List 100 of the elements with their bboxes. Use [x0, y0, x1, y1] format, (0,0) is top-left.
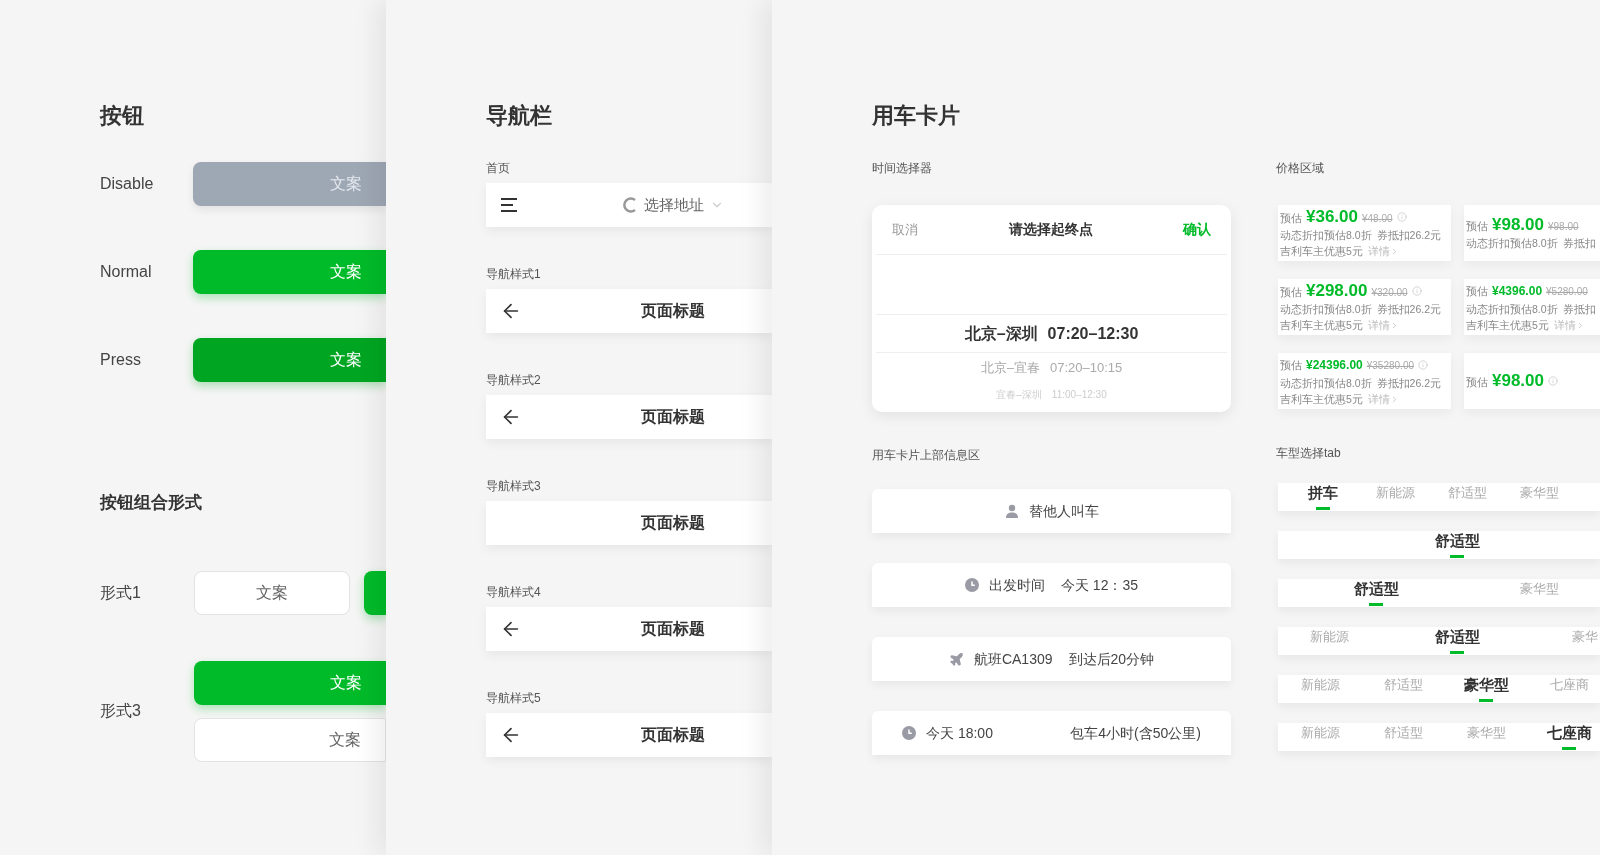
picker-option[interactable]: 北京–深圳 07:20–12:30	[876, 315, 1227, 353]
price-value: ¥298.00	[1306, 281, 1368, 301]
coupon-text: 券抵扣26.2元	[1376, 376, 1442, 391]
price-value: ¥24396.00	[1306, 357, 1363, 374]
clock-icon	[964, 578, 979, 592]
original-price: ¥48.00	[1362, 212, 1393, 226]
discount-text: 动态折扣预估8.0折	[1466, 236, 1558, 251]
car-type-tab[interactable]: 舒适型	[1353, 579, 1399, 599]
car-type-tab[interactable]: 豪华型	[1519, 483, 1559, 503]
info-text: 航班CA1309	[973, 649, 1053, 669]
form-label: 形式1	[100, 582, 142, 603]
page-title: 页面标题	[641, 301, 705, 321]
state-label: Normal	[100, 262, 153, 282]
secondary-button[interactable]: 文案	[194, 570, 350, 615]
info-text: 替他人叫车	[1028, 501, 1099, 521]
car-type-tab[interactable]: 豪华型	[1466, 723, 1506, 743]
car-type-tab[interactable]: 豪华	[1572, 627, 1598, 647]
discount-text: 动态折扣预估8.0折	[1280, 302, 1372, 317]
price-label: 预估	[1280, 211, 1302, 226]
subsection-label: 车型选择tab	[1276, 446, 1341, 460]
state-label: Press	[100, 350, 142, 370]
tab-indicator	[1450, 651, 1464, 654]
loading-icon	[622, 197, 638, 213]
car-type-tab[interactable]: 新能源	[1300, 675, 1340, 695]
car-type-tab[interactable]: 豪华型	[1463, 675, 1509, 695]
car-type-tab[interactable]: 新能源	[1309, 627, 1349, 647]
style-label: 导航样式5	[486, 691, 541, 705]
coupon-text: 券抵扣26.2元	[1376, 228, 1442, 243]
page-title: 页面标题	[641, 407, 705, 427]
original-price: ¥320.00	[1371, 286, 1408, 300]
state-button[interactable]: 文案	[193, 250, 386, 294]
tab-indicator	[1450, 555, 1464, 558]
state-button[interactable]: 文案	[193, 162, 386, 206]
info-card[interactable]: 今天 18:00 包车4小时(含50公里)	[872, 711, 1231, 755]
section-title: 按钮	[100, 102, 144, 130]
page-title: 页面标题	[641, 619, 705, 639]
discount-text: 动态折扣预估8.0折	[1466, 302, 1558, 317]
car-type-tab[interactable]: 舒适型	[1383, 723, 1423, 743]
picker-title: 请选择起终点	[1008, 220, 1093, 239]
clock-icon	[902, 726, 916, 740]
coupon-text: 券抵扣	[1562, 302, 1596, 317]
person-icon	[1004, 504, 1019, 518]
style-label: 导航样式4	[486, 585, 541, 599]
info-text: 出发时间	[988, 575, 1045, 595]
group-title: 按钮组合形式	[100, 492, 202, 514]
car-type-tab[interactable]: 舒适型	[1434, 627, 1480, 647]
price-label: 预估	[1466, 219, 1488, 234]
price-label: 预估	[1466, 284, 1488, 299]
price-value: ¥4396.00	[1492, 283, 1543, 300]
perk-text: 吉利车主优惠5元	[1466, 318, 1549, 333]
price-label: 预估	[1280, 358, 1302, 373]
plane-icon	[948, 651, 964, 667]
info-card[interactable]: 航班CA1309 到达后20分钟	[872, 637, 1231, 681]
car-type-tab[interactable]: 七座商	[1549, 675, 1589, 695]
tab-indicator	[1562, 747, 1576, 750]
state-button[interactable]: 文案	[193, 338, 386, 382]
info-text: 今天 18:00	[926, 723, 993, 743]
price-value: ¥36.00	[1306, 207, 1358, 227]
style-label: 导航样式1	[486, 267, 541, 281]
style-label: 首页	[486, 161, 510, 175]
subsection-label: 时间选择器	[872, 161, 932, 175]
menu-icon[interactable]	[500, 198, 518, 212]
car-type-tab[interactable]: 七座商	[1546, 723, 1592, 743]
info-text: 到达后20分钟	[1068, 649, 1155, 669]
car-type-tab[interactable]: 拼车	[1308, 483, 1338, 503]
page-title: 页面标题	[641, 725, 705, 745]
car-type-tab[interactable]: 舒适型	[1434, 531, 1480, 551]
subsection-label: 用车卡片上部信息区	[872, 448, 980, 462]
car-type-tab[interactable]: 新能源	[1300, 723, 1340, 743]
original-price: ¥98.00	[1548, 220, 1579, 234]
price-value: ¥98.00	[1492, 215, 1544, 235]
discount-text: 动态折扣预估8.0折	[1280, 228, 1372, 243]
section-title: 用车卡片	[872, 102, 960, 130]
form-label: 形式3	[100, 701, 142, 721]
original-price: ¥5280.00	[1546, 285, 1588, 299]
car-type-tab[interactable]: 豪华型	[1519, 579, 1559, 599]
address-selector[interactable]: 选择地址	[644, 193, 704, 217]
page-title: 页面标题	[641, 513, 705, 533]
price-label: 预估	[1280, 285, 1302, 300]
coupon-text: 券抵扣	[1562, 236, 1596, 251]
car-type-tab[interactable]: 舒适型	[1383, 675, 1423, 695]
info-card[interactable]: 出发时间 今天 12：35	[872, 563, 1231, 607]
perk-text: 吉利车主优惠5元	[1280, 392, 1363, 407]
car-type-tab[interactable]: 舒适型	[1447, 483, 1487, 503]
info-card[interactable]: 替他人叫车	[872, 489, 1231, 533]
perk-text: 吉利车主优惠5元	[1280, 244, 1363, 259]
secondary-button[interactable]: 文案	[194, 717, 386, 762]
info-text: 包车4小时(含50公里)	[1070, 723, 1201, 743]
confirm-button[interactable]: 确认	[1183, 219, 1211, 240]
coupon-text: 券抵扣26.2元	[1376, 302, 1442, 317]
picker-option[interactable]: 北京–宜春 07:20–10:15	[876, 353, 1227, 383]
car-type-tab[interactable]: 新能源	[1375, 483, 1415, 503]
state-label: Disable	[100, 174, 155, 194]
primary-button[interactable]: 文案	[194, 660, 386, 705]
tab-indicator	[1316, 507, 1330, 510]
cancel-button[interactable]: 取消	[892, 219, 918, 240]
price-value: ¥98.00	[1492, 371, 1544, 391]
section-title: 导航栏	[486, 102, 552, 130]
tab-indicator	[1479, 699, 1493, 702]
original-price: ¥35280.00	[1366, 359, 1414, 373]
